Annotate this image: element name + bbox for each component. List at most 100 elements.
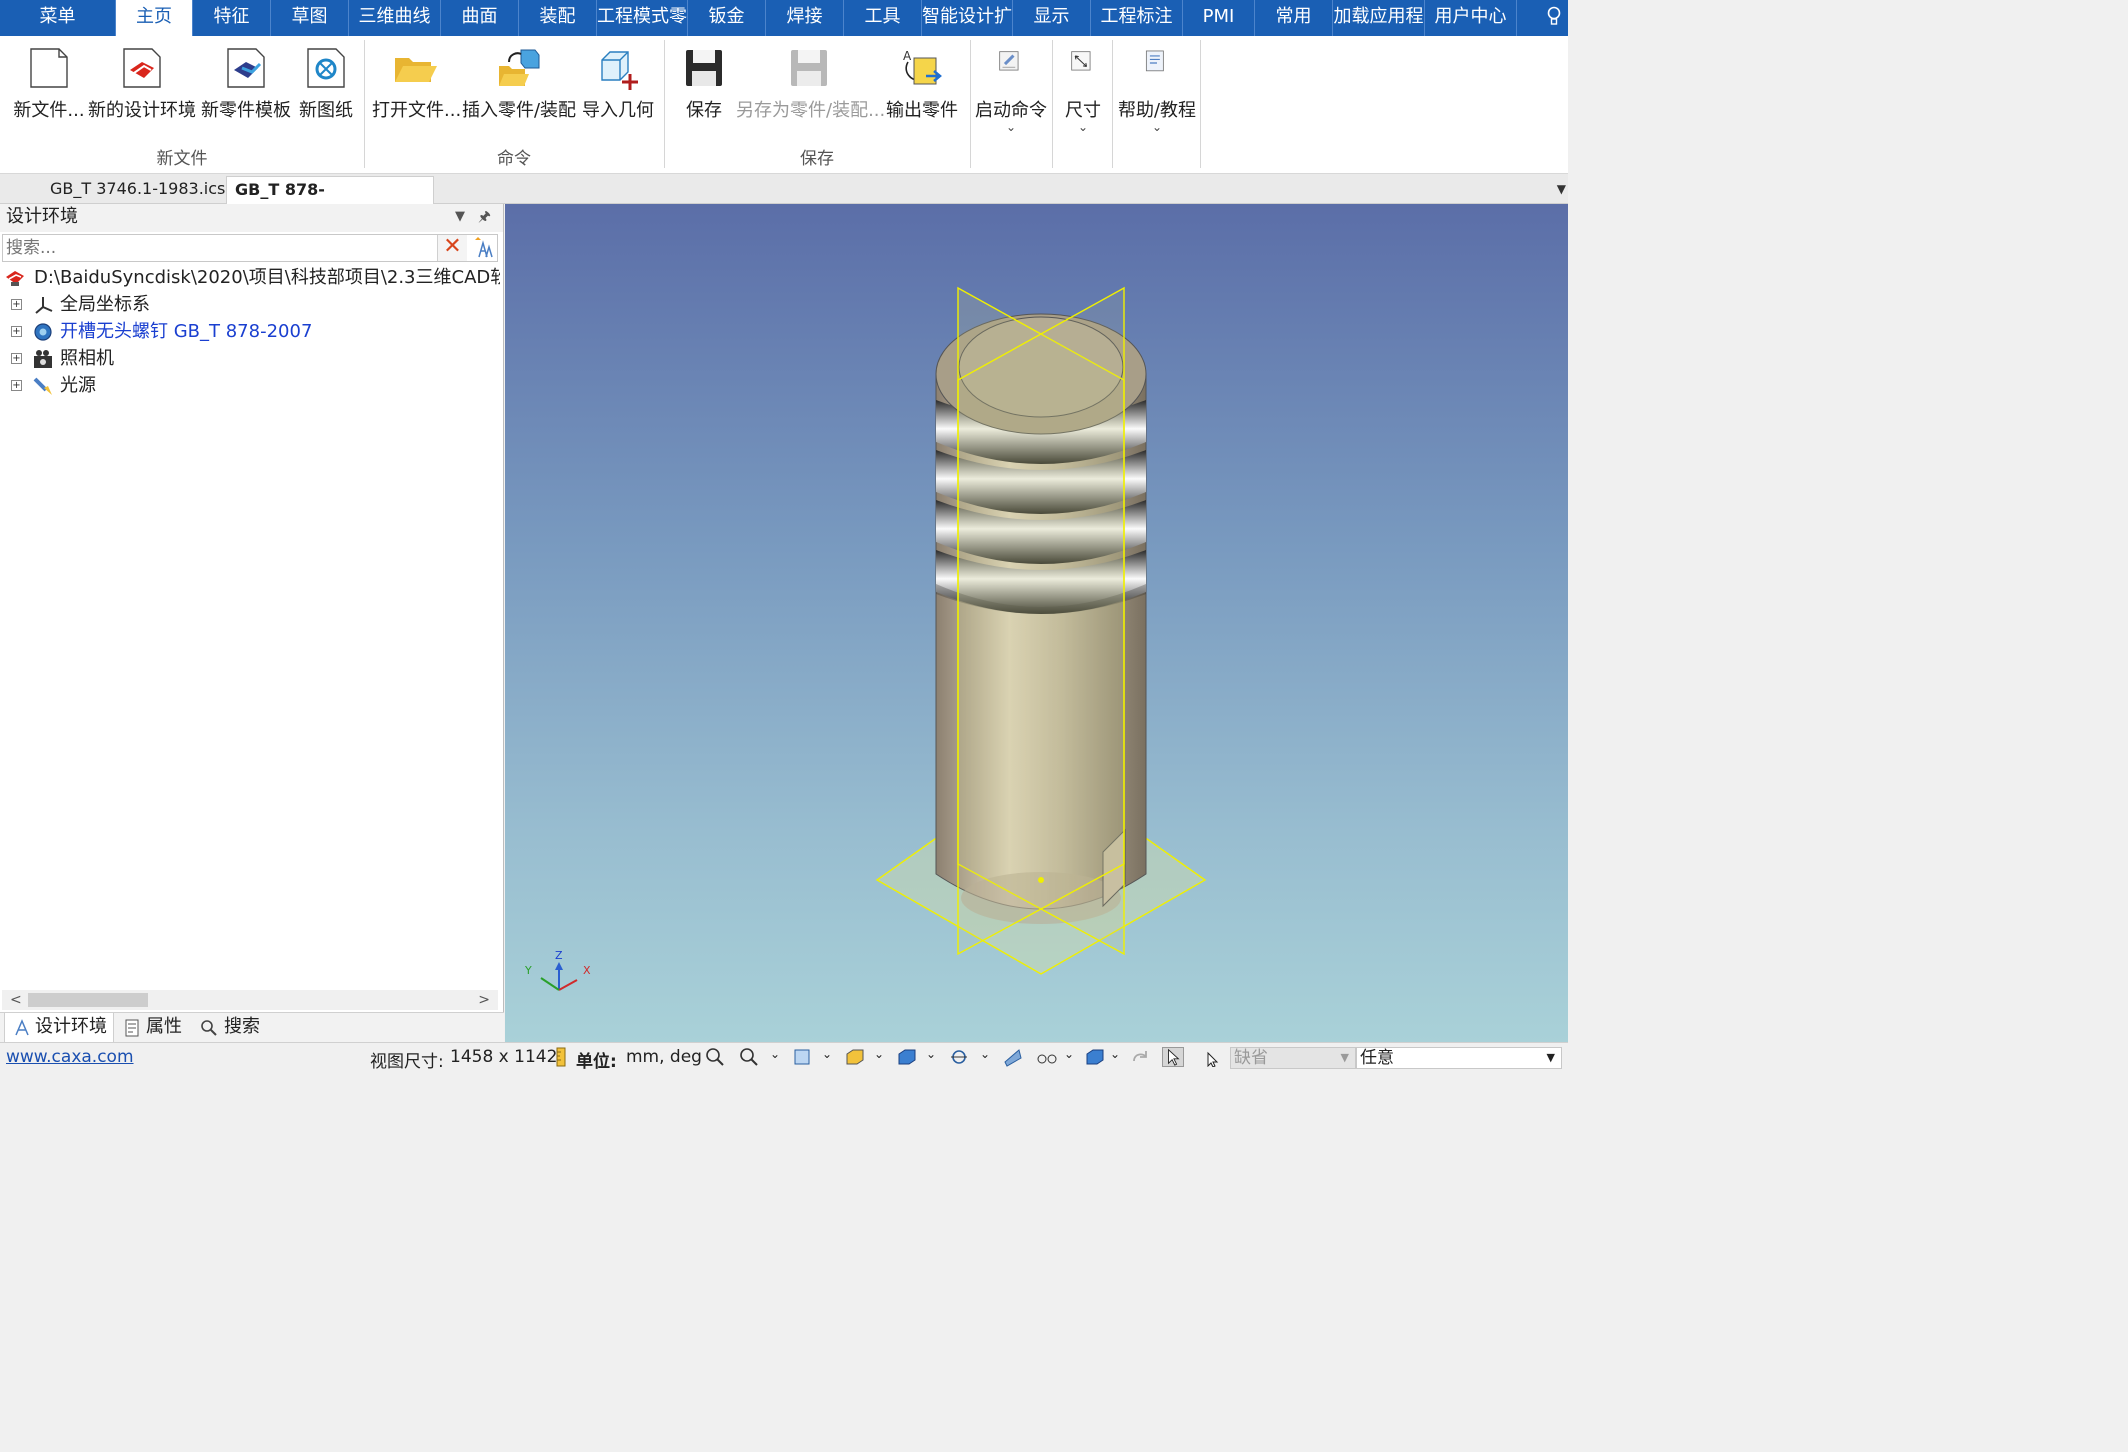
design-environment-icon [6, 271, 24, 286]
selection-scope-dropdown[interactable]: 任意 ▼ [1356, 1047, 1562, 1069]
expand-icon[interactable]: + [11, 353, 22, 364]
dimension-button[interactable]: 尺寸 ⌄ [1054, 36, 1112, 136]
tab-smart-design[interactable]: 智能设计扩 [922, 0, 1013, 36]
tab-user-center[interactable]: 用户中心 [1425, 0, 1517, 36]
new-file-icon [30, 48, 68, 88]
3d-viewport[interactable]: Z X Y [505, 204, 1568, 1042]
doc-tab-gb-t-878[interactable]: GB_T 878-2007.ics✕ [226, 176, 434, 225]
clear-search-icon[interactable]: ✕ [437, 235, 467, 261]
help-tutorial-button[interactable]: 帮助/教程 ⌄ [1114, 36, 1200, 136]
expand-icon[interactable]: + [11, 326, 22, 337]
chevron-down-icon[interactable]: ⌄ [980, 1047, 990, 1061]
tree-item-part[interactable]: + 开槽无头螺钉 GB_T 878-2007 [0, 318, 500, 345]
new-drawing-button[interactable]: 新图纸 [296, 36, 356, 136]
expand-icon[interactable]: + [11, 299, 22, 310]
standard-view-cube-icon[interactable] [1084, 1047, 1106, 1067]
save-as-part-button[interactable]: 另存为零件/装配... [736, 36, 886, 136]
chevron-down-icon[interactable]: ⌄ [874, 1047, 884, 1061]
select-cursor-icon[interactable] [1162, 1047, 1184, 1067]
view-orientation-icon[interactable] [792, 1047, 814, 1067]
doc-tab-gb-t-3746[interactable]: GB_T 3746.1-1983.ics [42, 176, 233, 204]
glasses-icon[interactable] [1036, 1047, 1058, 1067]
website-link[interactable]: www.caxa.com [6, 1047, 134, 1067]
render-mode-icon[interactable] [844, 1047, 866, 1067]
chevron-down-icon[interactable]: ⌄ [822, 1047, 832, 1061]
start-command-label: 启动命令 [975, 100, 1047, 121]
panel-title-bar: 设计环境 ▼ 🖈 [0, 204, 503, 232]
pick-filter-icon[interactable] [1202, 1047, 1224, 1067]
new-part-template-button[interactable]: 新零件模板 [198, 36, 294, 136]
scroll-left-icon[interactable]: < [10, 990, 22, 1010]
insert-part-button[interactable]: 插入零件/装配 [460, 36, 578, 136]
tree-item-light-source[interactable]: + 光源 [0, 372, 500, 399]
new-part-template-label: 新零件模板 [201, 100, 291, 121]
open-file-button[interactable]: 打开文件... [372, 36, 461, 136]
tab-display[interactable]: 显示 [1013, 0, 1091, 36]
tab-common[interactable]: 常用 [1255, 0, 1333, 36]
import-geometry-button[interactable]: 导入几何 [580, 36, 656, 136]
chevron-down-icon[interactable]: ⌄ [1064, 1047, 1074, 1061]
help-tutorial-label: 帮助/教程 [1117, 100, 1197, 121]
panel-tab-search[interactable]: 搜索 [198, 1013, 270, 1043]
pin-icon[interactable]: 🖈 [478, 204, 491, 230]
coordinate-system-icon [35, 297, 53, 314]
right-plane[interactable] [957, 286, 1125, 956]
group-separator [1052, 40, 1053, 168]
tab-sketch[interactable]: 草图 [271, 0, 349, 36]
tab-home[interactable]: 主页 [116, 0, 193, 36]
zoom-icon[interactable] [738, 1047, 760, 1067]
new-drawing-label: 新图纸 [299, 100, 353, 121]
tree-item-global-coordinates[interactable]: + 全局坐标系 [0, 291, 500, 318]
filter-options-icon[interactable] [471, 237, 495, 259]
section-view-icon[interactable] [1002, 1047, 1024, 1067]
tab-assembly[interactable]: 装配 [519, 0, 597, 36]
lightbulb-icon[interactable] [1546, 6, 1562, 28]
part-template-icon [227, 48, 265, 88]
tab-pmi[interactable]: PMI [1183, 0, 1255, 36]
chevron-down-icon[interactable]: ⌄ [770, 1047, 780, 1061]
tab-engineering-mode[interactable]: 工程模式零 [597, 0, 688, 36]
panel-tab-design-environment[interactable]: 设计环境 [4, 1013, 114, 1043]
start-command-button[interactable]: 启动命令 ⌄ [972, 36, 1050, 136]
chevron-down-icon: ▼ [1546, 1051, 1555, 1064]
tab-welding[interactable]: 焊接 [766, 0, 844, 36]
tree-item-camera[interactable]: + 照相机 [0, 345, 500, 372]
chevron-down-icon: ⌄ [1077, 120, 1089, 134]
save-as-part-label: 另存为零件/装配... [736, 100, 886, 121]
scroll-right-icon[interactable]: > [478, 990, 490, 1010]
tab-features[interactable]: 特征 [193, 0, 271, 36]
camera-icon [34, 350, 52, 368]
tab-menu[interactable]: 菜单 [0, 0, 116, 36]
chevron-down-icon[interactable]: ⌄ [926, 1047, 936, 1061]
zoom-window-icon[interactable] [704, 1047, 726, 1067]
tab-list-dropdown-icon[interactable]: ▼ [1557, 182, 1566, 196]
selection-filter-value: 缺省 [1234, 1048, 1268, 1068]
status-bar: www.caxa.com 视图尺寸: 1458 x 1142 单位: mm, d… [0, 1042, 1568, 1072]
display-cube-icon[interactable] [896, 1047, 918, 1067]
tree-item-root[interactable]: D:\BaiduSyncdisk\2020\项目\科技部项目\2.3三维CAD软… [0, 264, 500, 291]
group-command-label: 命令 [497, 149, 531, 169]
tab-engineering-annotation[interactable]: 工程标注 [1091, 0, 1183, 36]
export-part-button[interactable]: A 输出零件 [882, 36, 962, 136]
tree-horizontal-scrollbar[interactable]: < > [2, 990, 498, 1010]
tab-tools[interactable]: 工具 [844, 0, 922, 36]
chevron-down-icon: ⌄ [1005, 120, 1017, 134]
selection-filter-dropdown[interactable]: 缺省 ▼ [1230, 1047, 1356, 1069]
tab-3d-curve[interactable]: 三维曲线 [349, 0, 441, 36]
redo-icon[interactable] [1130, 1047, 1152, 1067]
view-rotate-icon[interactable] [948, 1047, 970, 1067]
chevron-down-icon[interactable]: ⌄ [1110, 1047, 1120, 1061]
ribbon: 新文件... 新的设计环境 新零件模板 新图纸 新文件 打开文件... 插入零件… [0, 36, 1568, 174]
tab-sheet-metal[interactable]: 钣金 [688, 0, 766, 36]
panel-tab-properties[interactable]: 属性 [122, 1013, 194, 1043]
tree-search-input[interactable] [3, 235, 433, 261]
save-button[interactable]: 保存 [672, 36, 736, 136]
new-design-env-label: 新的设计环境 [88, 100, 196, 121]
new-file-button[interactable]: 新文件... [10, 36, 88, 136]
tab-load-apps[interactable]: 加载应用程 [1333, 0, 1425, 36]
panel-menu-dropdown-icon[interactable]: ▼ [455, 204, 465, 230]
tab-surface[interactable]: 曲面 [441, 0, 519, 36]
new-design-env-button[interactable]: 新的设计环境 [88, 36, 196, 136]
scrollbar-thumb[interactable] [28, 993, 148, 1007]
expand-icon[interactable]: + [11, 380, 22, 391]
